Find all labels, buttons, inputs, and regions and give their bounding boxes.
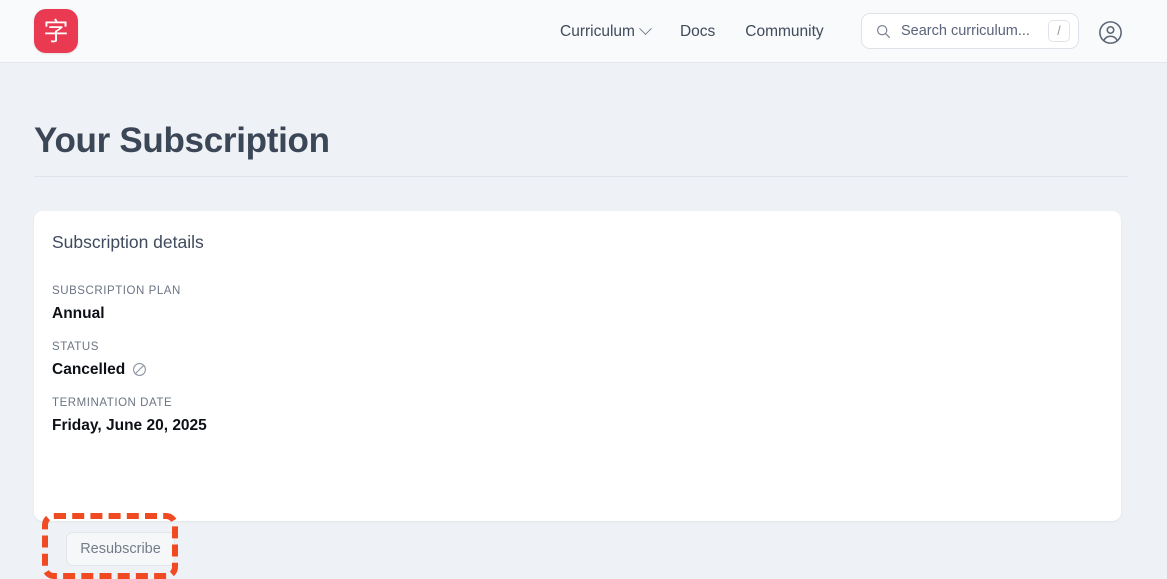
top-navigation-bar: 字 Curriculum Docs Community Search curri… (0, 0, 1167, 63)
field-termination-date-value: Friday, June 20, 2025 (52, 416, 207, 435)
user-circle-icon[interactable] (1098, 20, 1123, 45)
field-status: STATUS Cancelled (52, 339, 147, 379)
field-termination-date-text: Friday, June 20, 2025 (52, 417, 207, 434)
subscription-details-card: Subscription details SUBSCRIPTION PLAN A… (34, 211, 1121, 566)
title-divider (34, 176, 1128, 177)
resubscribe-button[interactable]: Resubscribe (66, 532, 175, 566)
field-termination-date-label: TERMINATION DATE (52, 397, 173, 409)
search-input[interactable]: Search curriculum... / (861, 13, 1079, 49)
field-subscription-plan-text: Annual (52, 305, 105, 322)
nav-item-curriculum[interactable]: Curriculum (560, 22, 652, 41)
prohibited-icon (133, 363, 147, 376)
page-content: Your Subscription Subscription details S… (0, 63, 1167, 579)
search-shortcut-key: / (1048, 20, 1070, 42)
field-status-text: Cancelled (52, 361, 126, 378)
nav-item-curriculum-label: Curriculum (560, 22, 635, 40)
main-nav: Curriculum Docs Community (560, 0, 824, 63)
search-placeholder-text: Search curriculum... (901, 23, 1030, 39)
search-icon (876, 24, 891, 38)
field-termination-date: TERMINATION DATE Friday, June 20, 2025 (52, 395, 207, 435)
nav-item-community-label: Community (745, 22, 824, 40)
logo-glyph: 字 (43, 16, 69, 46)
nav-item-docs[interactable]: Docs (680, 23, 715, 41)
nav-item-community[interactable]: Community (745, 23, 823, 41)
field-status-label: STATUS (52, 341, 99, 353)
field-subscription-plan: SUBSCRIPTION PLAN Annual (52, 283, 181, 323)
page-title: Your Subscription (34, 121, 330, 160)
chevron-down-icon (639, 22, 652, 36)
card-title: Subscription details (52, 232, 204, 252)
field-subscription-plan-label: SUBSCRIPTION PLAN (52, 285, 181, 297)
logo-icon[interactable]: 字 (34, 9, 78, 53)
field-subscription-plan-value: Annual (52, 304, 181, 323)
field-status-value: Cancelled (52, 360, 147, 379)
nav-item-docs-label: Docs (679, 22, 716, 40)
